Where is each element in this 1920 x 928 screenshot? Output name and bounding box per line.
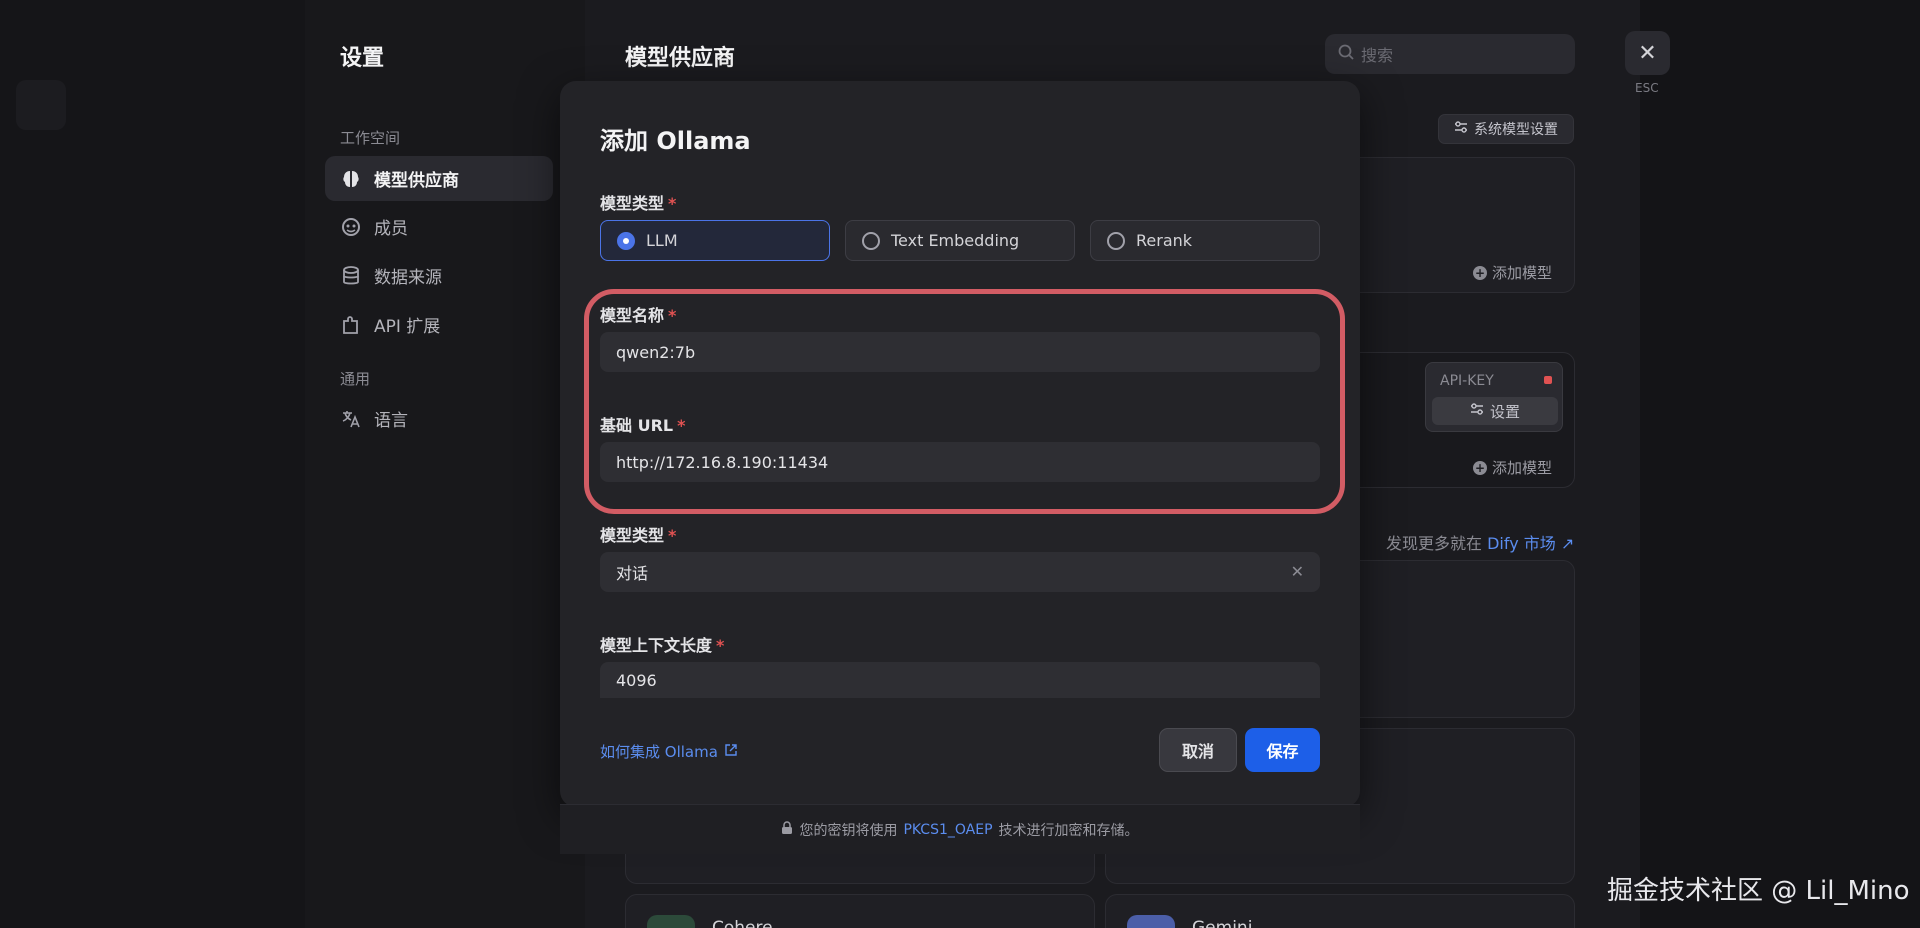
sidebar-item-label: 模型供应商 bbox=[374, 171, 459, 191]
integration-help-link[interactable]: 如何集成 Ollama bbox=[600, 741, 738, 762]
add-model-button[interactable]: + 添加模型 bbox=[1473, 457, 1552, 478]
sidebar-item-label: 成员 bbox=[374, 219, 408, 239]
discover-more: 发现更多就在 Dify 市场 ↗ bbox=[1386, 530, 1574, 554]
radio-selected-icon bbox=[617, 231, 635, 250]
esc-hint: ESC bbox=[1635, 81, 1659, 95]
model-name-label: 模型名称 * bbox=[600, 306, 677, 325]
encryption-note-prefix: 您的密钥将使用 bbox=[799, 822, 898, 839]
plus-icon: + bbox=[1473, 460, 1487, 475]
general-group-label: 通用 bbox=[340, 370, 371, 388]
help-link-label: 如何集成 Ollama bbox=[600, 743, 718, 761]
brain-icon bbox=[340, 168, 362, 190]
members-icon bbox=[340, 216, 362, 238]
lock-icon bbox=[781, 821, 793, 838]
radio-unselected-icon bbox=[1107, 231, 1125, 250]
provider-name: Gemini bbox=[1192, 918, 1253, 928]
provider-card-gemini bbox=[1105, 894, 1575, 928]
input-value: qwen2:7b bbox=[616, 342, 696, 362]
context-length-label: 模型上下文长度 * bbox=[600, 636, 725, 655]
settings-title: 设置 bbox=[340, 46, 385, 71]
sidebar-item-language[interactable]: 语言 bbox=[325, 396, 553, 441]
provider-name: Cohere bbox=[712, 918, 773, 928]
base-url-input[interactable]: http://172.16.8.190:11434 bbox=[600, 442, 1320, 482]
add-model-label: 添加模型 bbox=[1492, 459, 1553, 477]
external-link-icon bbox=[724, 743, 738, 761]
base-url-label: 基础 URL * bbox=[600, 416, 686, 435]
save-button[interactable]: 保存 bbox=[1245, 728, 1320, 772]
dialog-title: 添加 Ollama bbox=[600, 127, 751, 155]
clear-icon[interactable]: ✕ bbox=[1291, 562, 1304, 581]
background-app-panel bbox=[0, 0, 305, 928]
provider-card-cohere bbox=[625, 894, 1095, 928]
sidebar-item-label: 数据来源 bbox=[374, 268, 442, 288]
workspace-group-label: 工作空间 bbox=[340, 129, 401, 147]
sidebar-item-api-extensions[interactable]: API 扩展 bbox=[325, 302, 553, 347]
sidebar-item-label: 语言 bbox=[374, 411, 408, 431]
completion-type-select[interactable]: 对话 ✕ bbox=[600, 552, 1320, 592]
cancel-button[interactable]: 取消 bbox=[1159, 728, 1237, 772]
model-type-option-text-embedding[interactable]: Text Embedding bbox=[845, 220, 1075, 261]
model-type-option-llm[interactable]: LLM bbox=[600, 220, 830, 261]
marketplace-link[interactable]: Dify 市场 bbox=[1487, 534, 1556, 553]
api-key-settings-button[interactable]: 设置 bbox=[1432, 397, 1558, 425]
encryption-note-suffix: 技术进行加密和存储。 bbox=[998, 822, 1139, 839]
option-label: Text Embedding bbox=[891, 231, 1020, 250]
arrow-up-right-icon: ↗ bbox=[1560, 534, 1575, 553]
database-icon bbox=[340, 265, 362, 287]
page-title: 模型供应商 bbox=[625, 46, 736, 71]
search-placeholder: 搜索 bbox=[1361, 46, 1394, 65]
sliders-icon bbox=[1470, 402, 1484, 420]
system-model-settings-button[interactable]: 系统模型设置 bbox=[1438, 114, 1574, 144]
search-icon bbox=[1337, 43, 1355, 65]
context-length-input[interactable]: 4096 bbox=[600, 662, 1320, 698]
gemini-logo bbox=[1127, 915, 1175, 928]
close-button[interactable]: ✕ bbox=[1625, 31, 1670, 75]
input-value: 4096 bbox=[616, 670, 657, 690]
status-indicator bbox=[1544, 376, 1552, 384]
add-model-dialog: 添加 Ollama 模型类型 * LLM Text Embedding Reran… bbox=[560, 81, 1360, 807]
api-key-label: API-KEY bbox=[1440, 373, 1494, 389]
input-value: http://172.16.8.190:11434 bbox=[616, 452, 829, 472]
add-model-button[interactable]: + 添加模型 bbox=[1473, 262, 1552, 283]
background-app-logo bbox=[16, 80, 66, 130]
sidebar-item-label: API 扩展 bbox=[374, 317, 441, 337]
api-key-box: API-KEY 设置 bbox=[1425, 362, 1563, 432]
api-key-settings-label: 设置 bbox=[1489, 402, 1520, 421]
model-name-input[interactable]: qwen2:7b bbox=[600, 332, 1320, 372]
sidebar-item-members[interactable]: 成员 bbox=[325, 204, 553, 249]
completion-type-label: 模型类型 * bbox=[600, 526, 677, 545]
system-model-settings-label: 系统模型设置 bbox=[1474, 122, 1558, 138]
pkcs-link[interactable]: PKCS1_OAEP bbox=[903, 822, 992, 838]
add-model-label: 添加模型 bbox=[1492, 264, 1553, 282]
sliders-icon bbox=[1454, 120, 1468, 138]
encryption-note: 您的密钥将使用 PKCS1_OAEP 技术进行加密和存储。 bbox=[560, 804, 1360, 854]
sidebar-item-model-providers[interactable]: 模型供应商 bbox=[325, 156, 553, 201]
search-input[interactable]: 搜索 bbox=[1325, 34, 1575, 74]
watermark: 掘金技术社区 @ Lil_Mino bbox=[1607, 876, 1910, 906]
radio-unselected-icon bbox=[862, 231, 880, 250]
puzzle-icon bbox=[340, 314, 362, 336]
discover-prefix: 发现更多就在 bbox=[1386, 534, 1483, 553]
option-label: Rerank bbox=[1136, 231, 1193, 250]
model-type-label: 模型类型 * bbox=[600, 194, 677, 213]
select-value: 对话 bbox=[616, 564, 649, 583]
model-type-option-rerank[interactable]: Rerank bbox=[1090, 220, 1320, 261]
close-icon: ✕ bbox=[1638, 40, 1657, 66]
sidebar-item-data-sources[interactable]: 数据来源 bbox=[325, 253, 553, 298]
cohere-logo bbox=[647, 915, 695, 928]
translate-icon bbox=[340, 408, 362, 430]
plus-icon: + bbox=[1473, 265, 1487, 280]
option-label: LLM bbox=[646, 231, 678, 250]
